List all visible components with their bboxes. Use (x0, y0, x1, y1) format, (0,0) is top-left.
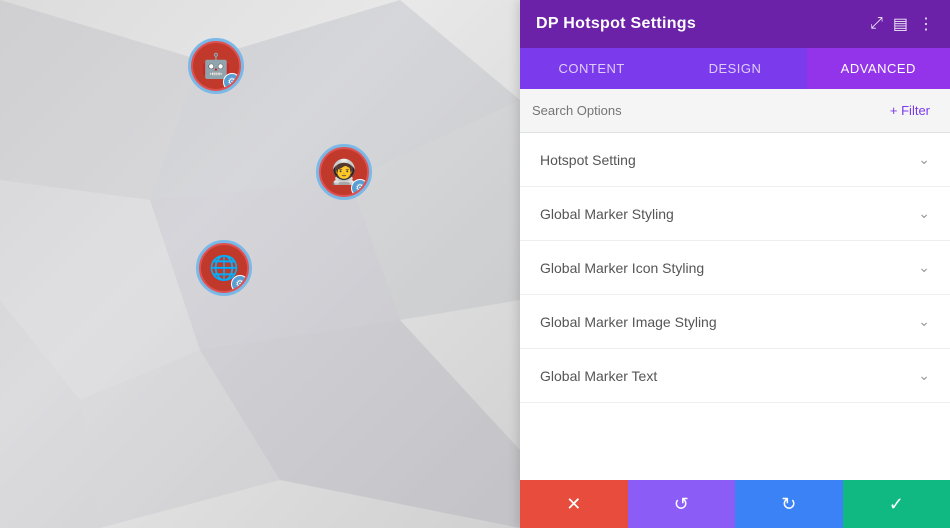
section-hotspot-setting[interactable]: Hotspot Setting ⌄ (520, 133, 950, 187)
panel-header: DP Hotspot Settings ⤢ ▤ ⋮ (520, 0, 950, 48)
canvas-area: 🤖 ⚙ 🧑‍🚀 ⚙ 🌐 ⚙ (0, 0, 520, 528)
undo-icon: ↺ (674, 494, 689, 515)
marker-gear-2: ⚙ (351, 179, 367, 195)
section-global-marker-icon-label: Global Marker Icon Styling (540, 260, 704, 276)
chevron-global-marker-text: ⌄ (918, 367, 930, 384)
marker-inner-1: 🤖 ⚙ (193, 43, 239, 89)
search-bar: + Filter (520, 89, 950, 133)
chevron-hotspot-setting: ⌄ (918, 151, 930, 168)
chevron-global-marker-image: ⌄ (918, 313, 930, 330)
chevron-global-marker-styling: ⌄ (918, 205, 930, 222)
tab-content[interactable]: Content (520, 48, 663, 89)
chevron-global-marker-icon: ⌄ (918, 259, 930, 276)
undo-button[interactable]: ↺ (628, 480, 736, 528)
section-hotspot-setting-label: Hotspot Setting (540, 152, 636, 168)
panel-header-icons: ⤢ ▤ ⋮ (870, 14, 934, 34)
search-input[interactable] (532, 103, 874, 118)
tabs-bar: Content Design Advanced (520, 48, 950, 89)
section-global-marker-styling[interactable]: Global Marker Styling ⌄ (520, 187, 950, 241)
more-icon[interactable]: ⋮ (918, 14, 934, 34)
redo-icon: ↻ (781, 494, 796, 515)
settings-panel: DP Hotspot Settings ⤢ ▤ ⋮ Content Design… (520, 0, 950, 528)
marker-inner-2: 🧑‍🚀 ⚙ (321, 149, 367, 195)
sections-list: Hotspot Setting ⌄ Global Marker Styling … (520, 133, 950, 480)
hotspot-marker-3[interactable]: 🌐 ⚙ (196, 240, 252, 296)
tab-advanced[interactable]: Advanced (807, 48, 950, 89)
filter-button[interactable]: + Filter (882, 99, 938, 122)
columns-icon[interactable]: ▤ (893, 14, 908, 34)
section-global-marker-image[interactable]: Global Marker Image Styling ⌄ (520, 295, 950, 349)
tab-design[interactable]: Design (663, 48, 806, 89)
save-icon: ✓ (889, 494, 904, 515)
marker-gear-3: ⚙ (231, 275, 247, 291)
marker-inner-3: 🌐 ⚙ (201, 245, 247, 291)
hotspot-marker-2[interactable]: 🧑‍🚀 ⚙ (316, 144, 372, 200)
cancel-button[interactable]: ✕ (520, 480, 628, 528)
hotspot-marker-1[interactable]: 🤖 ⚙ (188, 38, 244, 94)
cancel-icon: ✕ (566, 494, 581, 515)
save-button[interactable]: ✓ (843, 480, 950, 528)
bottom-toolbar: ✕ ↺ ↻ ✓ (520, 480, 950, 528)
section-global-marker-text-label: Global Marker Text (540, 368, 657, 384)
redo-button[interactable]: ↻ (735, 480, 843, 528)
section-global-marker-text[interactable]: Global Marker Text ⌄ (520, 349, 950, 403)
section-global-marker-image-label: Global Marker Image Styling (540, 314, 717, 330)
section-global-marker-icon[interactable]: Global Marker Icon Styling ⌄ (520, 241, 950, 295)
expand-icon[interactable]: ⤢ (870, 15, 883, 33)
marker-gear-1: ⚙ (223, 73, 239, 89)
section-global-marker-styling-label: Global Marker Styling (540, 206, 674, 222)
panel-title: DP Hotspot Settings (536, 15, 696, 33)
